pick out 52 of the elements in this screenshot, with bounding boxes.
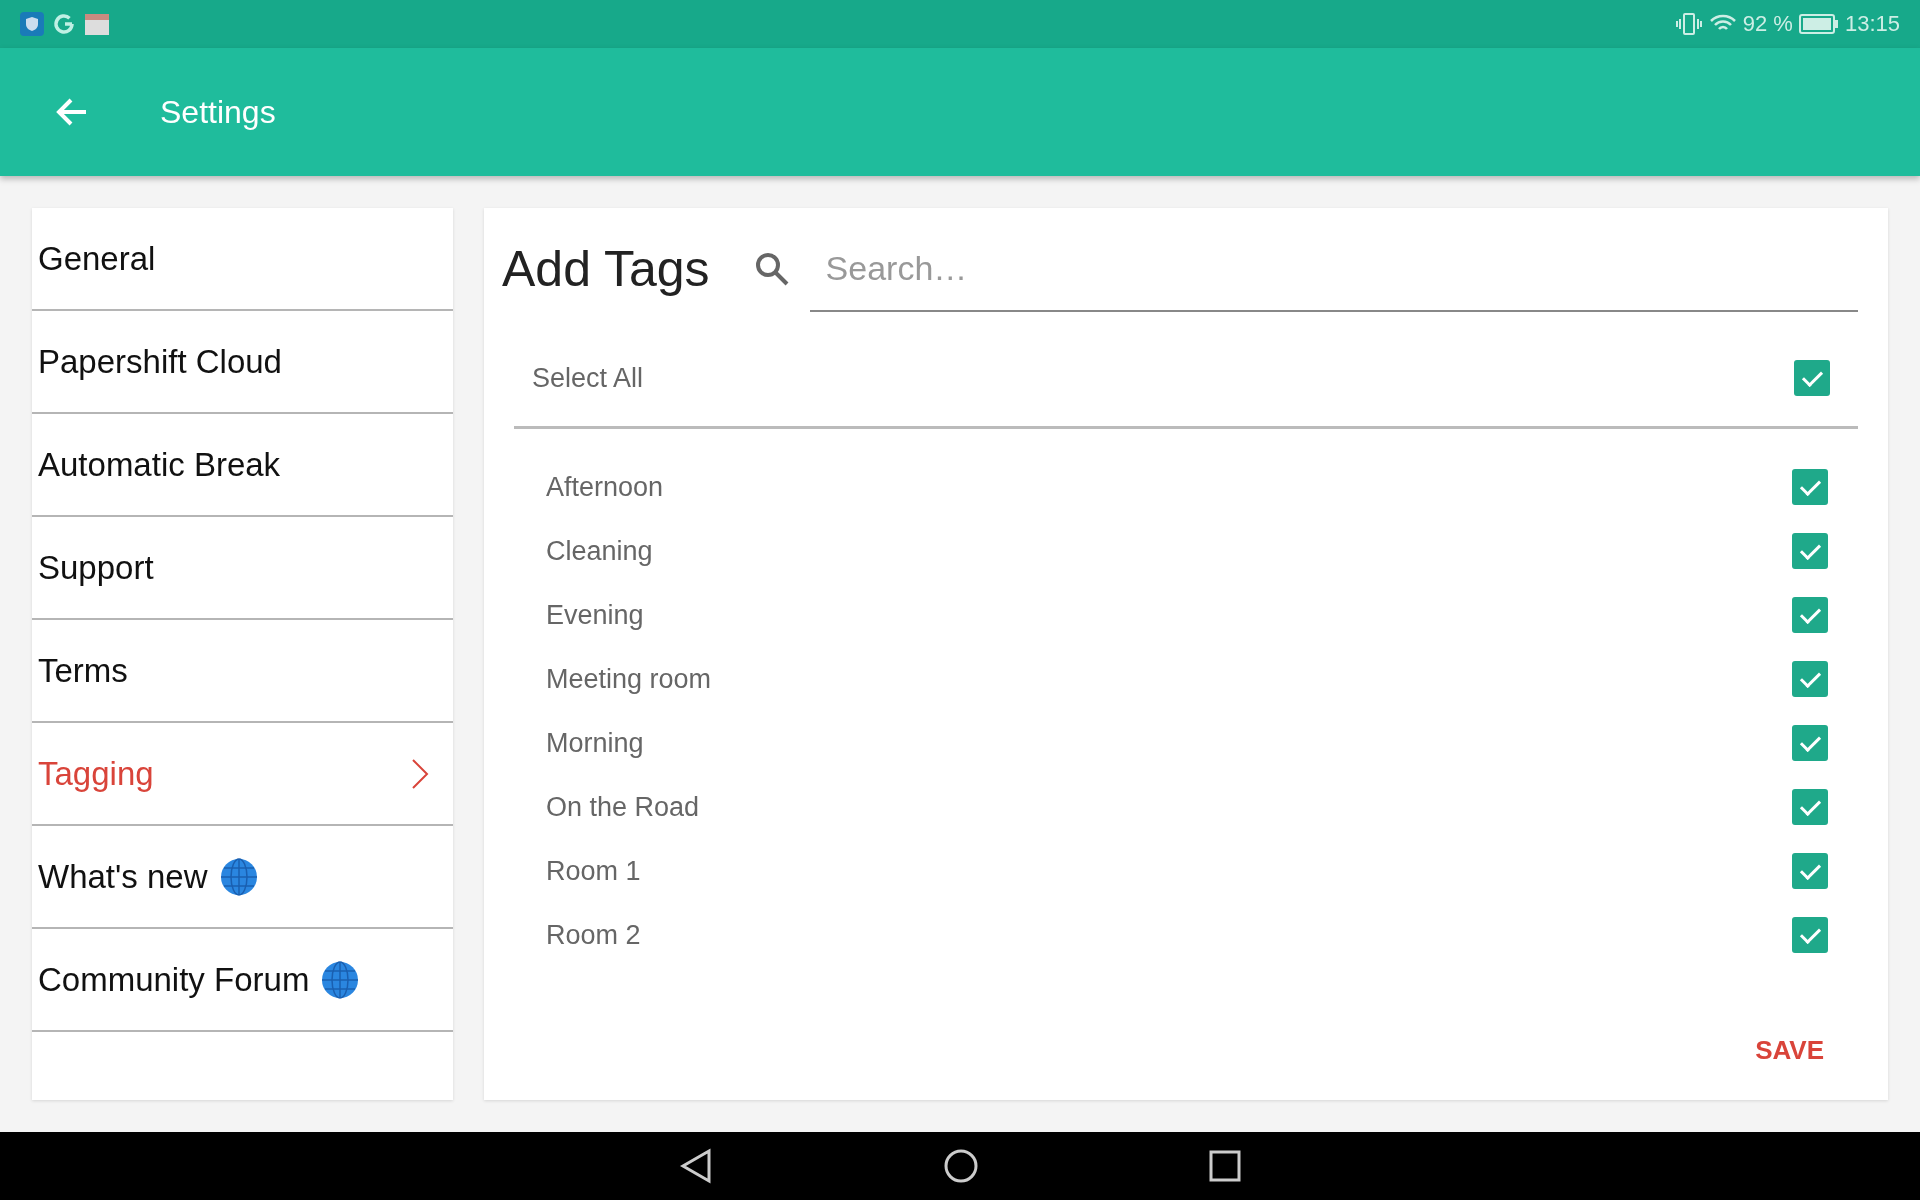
tag-label: Room 1: [546, 855, 641, 887]
checkbox[interactable]: [1792, 725, 1828, 761]
battery-percentage: 92 %: [1742, 11, 1793, 37]
menu-item-label: Tagging: [38, 754, 154, 793]
clock-time: 13:15: [1844, 11, 1900, 37]
settings-menu-item[interactable]: Automatic Break: [32, 414, 453, 517]
chevron-right-icon: [411, 757, 429, 790]
checkbox[interactable]: [1792, 469, 1828, 505]
menu-item-label: Automatic Break: [38, 445, 281, 484]
globe-icon: [219, 857, 258, 896]
tag-label: Afternoon: [546, 471, 664, 503]
settings-menu-item[interactable]: What's new: [32, 826, 453, 929]
app-bar-title: Settings: [160, 93, 276, 131]
search-icon: [753, 251, 790, 287]
tag-label: Morning: [546, 727, 644, 759]
settings-menu-item[interactable]: Papershift Cloud: [32, 311, 453, 414]
menu-item-label: Community Forum: [38, 960, 310, 999]
menu-item-label: Support: [38, 548, 154, 587]
tag-label: Meeting room: [546, 663, 712, 695]
globe-icon: [321, 960, 360, 999]
shield-app-icon: [20, 12, 44, 36]
recents-nav-button[interactable]: [1209, 1150, 1241, 1182]
menu-item-label: What's new: [38, 857, 208, 896]
box-icon: [84, 12, 110, 36]
checkbox[interactable]: [1792, 789, 1828, 825]
tag-label: Cleaning: [546, 535, 653, 567]
home-nav-button[interactable]: [943, 1148, 979, 1184]
checkbox[interactable]: [1792, 917, 1828, 953]
menu-item-label: Terms: [38, 651, 128, 690]
checkbox[interactable]: [1792, 597, 1828, 633]
menu-item-label: General: [38, 239, 156, 278]
search-field[interactable]: Search…: [809, 226, 1858, 312]
menu-item-label: Papershift Cloud: [38, 342, 282, 381]
settings-menu-item[interactable]: Terms: [32, 620, 453, 723]
checkbox[interactable]: [1792, 853, 1828, 889]
vibrate-icon: [1674, 12, 1703, 36]
save-button[interactable]: SAVE: [1747, 1027, 1832, 1074]
battery-icon: [1798, 13, 1839, 35]
checkbox[interactable]: [1792, 533, 1828, 569]
settings-menu-item[interactable]: Tagging: [32, 723, 453, 826]
settings-menu-item[interactable]: Support: [32, 517, 453, 620]
select-all-label: Select All: [532, 362, 644, 394]
checkbox[interactable]: [1794, 360, 1830, 396]
tag-label: On the Road: [546, 791, 700, 823]
panel-title: Add Tags: [502, 240, 710, 298]
g-letter-icon: [52, 12, 76, 36]
checkbox[interactable]: [1792, 661, 1828, 697]
tag-label: Evening: [546, 599, 644, 631]
tag-label: Room 2: [546, 919, 641, 951]
settings-menu-item[interactable]: General: [32, 208, 453, 311]
settings-menu-item[interactable]: Community Forum: [32, 929, 453, 1032]
back-nav-button[interactable]: [679, 1148, 713, 1184]
